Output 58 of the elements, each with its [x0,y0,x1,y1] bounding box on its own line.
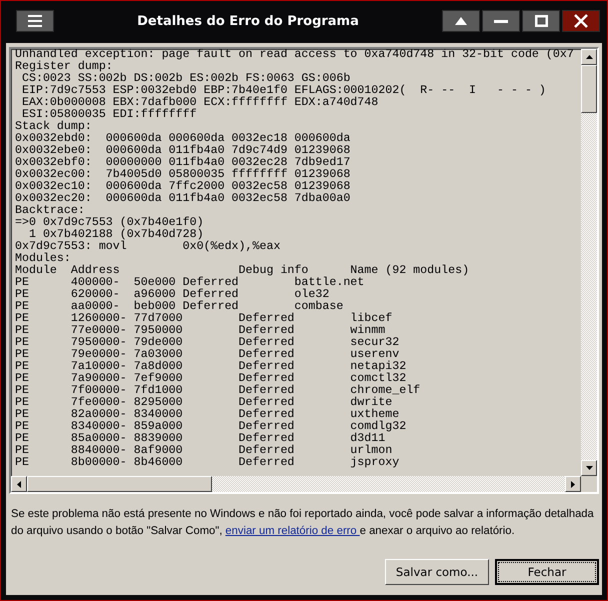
log-line: 0x0032ec20: 000600da 011fb4a0 0032ec58 7dba00a0 [15,193,350,205]
minimize-button[interactable] [482,10,520,32]
log-line: EAX:0b000008 EBX:7dafb000 ECX:ffffffff EDX:a740d748 [20,97,378,109]
log-line: 0x0032ec00: 7b4005d0 05800035 ffffffff 01239068 [15,169,350,181]
scroll-thumb[interactable] [581,65,597,113]
scroll-thumb[interactable] [27,476,212,492]
menu-button[interactable] [16,10,54,32]
log-line: Modules: [15,253,71,265]
log-line: 0x0032ec10: 000600da 7ffc2000 0032ec58 01239068 [15,181,350,193]
log-line: EIP:7d9c7553 ESP:0032ebd0 EBP:7b40e1f0 EFLAGS:00010202( R- -- I - - - ) [20,85,546,97]
maximize-icon [534,15,548,27]
log-line: PE 7fe0000- 8295000 Deferred dwrite [15,397,392,409]
log-line: 0x7d9c7553: movl 0x0(%edx),%eax [15,241,280,253]
log-line: PE 1260000- 77d7000 Deferred libcef [15,313,392,325]
minimize-icon [494,20,508,22]
log-line: 0x0032ebd0: 000600da 000600da 0032ec18 000600da [15,133,350,145]
log-line: =>0 0x7d9c7553 (0x7b40e1f0) [15,217,204,229]
error-report-link[interactable]: enviar um relatório de erro [225,525,360,537]
dialog-button[interactable]: Fechar [495,559,599,585]
shade-button[interactable] [442,10,480,32]
info-message: Se este problema não está presente no Windows e não foi reportado ainda, você pode salvar a informação detalhada do arquivo usando o botão "Salvar Como", enviar um relatório de erro e anexar o arquivo ao relatório. [11,507,595,539]
scroll-down-icon [586,466,592,470]
window-title: Detalhes do Erro do Programa [136,14,360,28]
log-line: Backtrace: [15,205,85,217]
log-line: PE 8340000- 859a000 Deferred comdlg32 [15,421,406,433]
log-line: PE 400000- 50e000 Deferred battle.net [15,277,364,289]
log-line: PE 79e0000- 7a03000 Deferred userenv [15,349,400,361]
horizontal-scrollbar[interactable] [11,476,581,492]
log-line: 0x0032ebf0: 00000000 011fb4a0 0032ec28 7db9ed17 [15,157,350,169]
vertical-scrollbar[interactable] [581,49,597,476]
log-text-area[interactable] [9,47,599,494]
log-line: PE 620000- a96000 Deferred ole32 [15,289,330,301]
triangle-up-icon [455,17,467,25]
dialog-button[interactable]: Salvar como... [385,559,489,585]
log-line: PE 8b00000- 8b46000 Deferred jsproxy [15,457,400,469]
log-line: PE 7a10000- 7a8d000 Deferred netapi32 [15,361,406,373]
log-line: PE 85a0000- 8839000 Deferred d3d11 [15,433,386,445]
close-button[interactable] [562,10,600,32]
scroll-left-icon [17,480,21,488]
log-line: PE 82a0000- 8340000 Deferred uxtheme [15,409,400,421]
log-line: Module Address Debug info Name (92 modules) [15,265,470,277]
maximize-button[interactable] [522,10,560,32]
scroll-right-icon [571,480,575,488]
log-line: PE 7f00000- 7fd1000 Deferred chrome_elf [15,385,420,397]
log-line: 0x0032ebe0: 000600da 011fb4a0 7d9c74d9 01239068 [15,145,350,157]
scroll-up-icon [586,55,592,59]
log-line: PE 7950000- 79de000 Deferred secur32 [15,337,400,349]
log-line: PE 7a90000- 7ef9000 Deferred comctl32 [15,373,406,385]
log-line: 1 0x7b402188 (0x7b40d728) [28,229,204,241]
menu-icon [28,15,42,27]
log-line: PE 77e0000- 7950000 Deferred winmm [15,325,386,337]
log-line: PE aa0000- beb000 Deferred combase [15,301,344,313]
close-icon [574,14,588,28]
log-line: PE 8840000- 8af9000 Deferred urlmon [15,445,392,457]
log-line: ESI:05800035 EDI:ffffffff [22,109,197,121]
log-line: CS:0023 SS:002b DS:002b ES:002b FS:0063 GS:006b [20,73,350,85]
log-line: Register dump: [15,61,113,73]
log-line: Stack dump: [15,121,92,133]
